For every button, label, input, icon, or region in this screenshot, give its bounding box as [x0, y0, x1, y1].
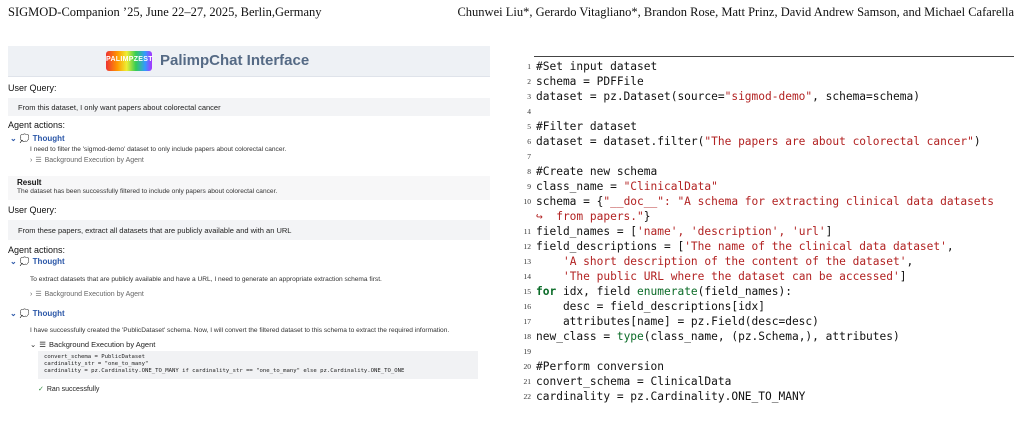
- listing-line: 9 class_name = "ClinicalData": [527, 180, 718, 193]
- thought-text-1: I need to filter the 'sigmod-demo' datas…: [30, 146, 287, 153]
- query-text: From this dataset, I only want papers ab…: [18, 103, 221, 112]
- ran-status: ✓ Ran successfully: [38, 385, 99, 393]
- listing-top-rule: [534, 56, 1014, 57]
- listing-line: 8 #Create new schema: [527, 165, 658, 178]
- listing-line: 16 desc = field_descriptions[idx]: [523, 300, 766, 313]
- list-icon: ☰: [39, 340, 47, 349]
- listing-line: 12 field_descriptions = ['The name of the…: [523, 240, 954, 253]
- listing-line: 7: [527, 152, 531, 161]
- bg-exec-toggle-2[interactable]: › ☰ Background Execution by Agent: [30, 290, 144, 298]
- palimpchat-panel: PALIMPZEST PalimpChat Interface User Que…: [8, 46, 490, 406]
- bg-exec-toggle-3[interactable]: ⌄ ☰ Background Execution by Agent: [30, 340, 155, 349]
- query-text-2: From these papers, extract all datasets …: [18, 226, 292, 235]
- user-query-label: User Query:: [8, 83, 57, 93]
- listing-line: ↪ from papers."}: [536, 210, 651, 223]
- listing-line: 1 #Set input dataset: [527, 60, 658, 73]
- listing-line: 14 'The public URL where the dataset can…: [523, 270, 907, 283]
- listing-line: 20 #Perform conversion: [523, 360, 664, 373]
- listing-line: 3 dataset = pz.Dataset(source="sigmod-dem…: [527, 90, 920, 103]
- thought-label: Thought: [32, 134, 65, 143]
- result-label: Result: [17, 178, 42, 187]
- chevron-down-icon: ⌄: [30, 340, 37, 349]
- code-block: convert_schema = PublicDataset cardinali…: [38, 351, 478, 379]
- page-header: SIGMOD-Companion ’25, June 22–27, 2025, …: [0, 5, 1022, 25]
- palimpzest-logo: PALIMPZEST: [106, 51, 153, 71]
- chevron-down-icon: ⌄: [10, 134, 17, 143]
- venue-line: SIGMOD-Companion ’25, June 22–27, 2025, …: [8, 5, 322, 19]
- listing-line: 13 'A short description of the content o…: [523, 255, 914, 268]
- listing-line: 15 for idx, field enumerate(field_names):: [523, 285, 792, 298]
- listing-line: 18 new_class = type(class_name, (pz.Schem…: [523, 330, 900, 343]
- list-icon: ☰: [35, 291, 42, 298]
- code-line-3: cardinality = pz.Cardinality.ONE_TO_MANY…: [44, 368, 405, 374]
- thought-toggle-1[interactable]: ⌄ 💭 Thought: [10, 134, 65, 143]
- bg-exec-label: Background Execution by Agent: [44, 157, 144, 164]
- bg-exec-toggle-1[interactable]: › ☰ Background Execution by Agent: [30, 156, 144, 164]
- listing-line: 10 schema = {"__doc__": "A schema for ext…: [523, 195, 995, 208]
- app-banner: PALIMPZEST PalimpChat Interface: [8, 46, 490, 77]
- bg-exec-label-3: Background Execution by Agent: [49, 340, 156, 349]
- thought-text-2: To extract datasets that are publicly av…: [30, 276, 382, 283]
- user-query-2: From these papers, extract all datasets …: [8, 220, 490, 240]
- listing-line: 2 schema = PDFFile: [527, 75, 644, 88]
- listing-line: 21 convert_schema = ClinicalData: [523, 375, 732, 388]
- bg-exec-label-2: Background Execution by Agent: [44, 291, 144, 298]
- chevron-right-icon: ›: [30, 157, 33, 164]
- thought-text-3: I have successfully created the 'PublicD…: [30, 327, 450, 334]
- chevron-down-icon: ⌄: [10, 309, 17, 318]
- ran-successfully-label: Ran successfully: [46, 386, 100, 393]
- listing-line: 11 field_names = ['name', 'description', …: [523, 225, 833, 238]
- chevron-right-icon: ›: [30, 291, 33, 298]
- thought-label-3: Thought: [32, 309, 65, 318]
- listing-line: 5 #Filter dataset: [527, 120, 638, 133]
- result-text: The dataset has been successfully filter…: [17, 188, 278, 195]
- result-box: Result The dataset has been successfully…: [8, 176, 490, 200]
- chat-bubble-icon: 💭: [19, 309, 30, 318]
- listing-line: 19: [523, 347, 532, 356]
- thought-label-2: Thought: [32, 257, 65, 266]
- check-icon: ✓: [38, 386, 44, 393]
- app-title: PalimpChat Interface: [160, 52, 310, 69]
- listing-line: 6 dataset = dataset.filter("The papers ar…: [527, 135, 981, 148]
- chat-bubble-icon: 💭: [19, 257, 30, 266]
- agent-actions-label: Agent actions:: [8, 120, 66, 130]
- listing-line: 4: [527, 107, 531, 116]
- author-line: Chunwei Liu*, Gerardo Vitagliano*, Brand…: [457, 5, 1014, 19]
- listing-line: 22 cardinality = pz.Cardinality.ONE_TO_MA…: [523, 390, 806, 403]
- agent-actions-label-2: Agent actions:: [8, 245, 66, 255]
- thought-toggle-2[interactable]: ⌄ 💭 Thought: [10, 257, 65, 266]
- chevron-down-icon: ⌄: [10, 257, 17, 266]
- chat-bubble-icon: 💭: [19, 134, 30, 143]
- list-icon: ☰: [35, 157, 42, 164]
- thought-toggle-3[interactable]: ⌄ 💭 Thought: [10, 309, 65, 318]
- user-query-label-2: User Query:: [8, 205, 57, 215]
- logo-text: PALIMPZEST: [106, 56, 153, 63]
- user-query-1: From this dataset, I only want papers ab…: [8, 98, 490, 116]
- listing-line: 17 attributes[name] = pz.Field(desc=desc…: [523, 315, 819, 328]
